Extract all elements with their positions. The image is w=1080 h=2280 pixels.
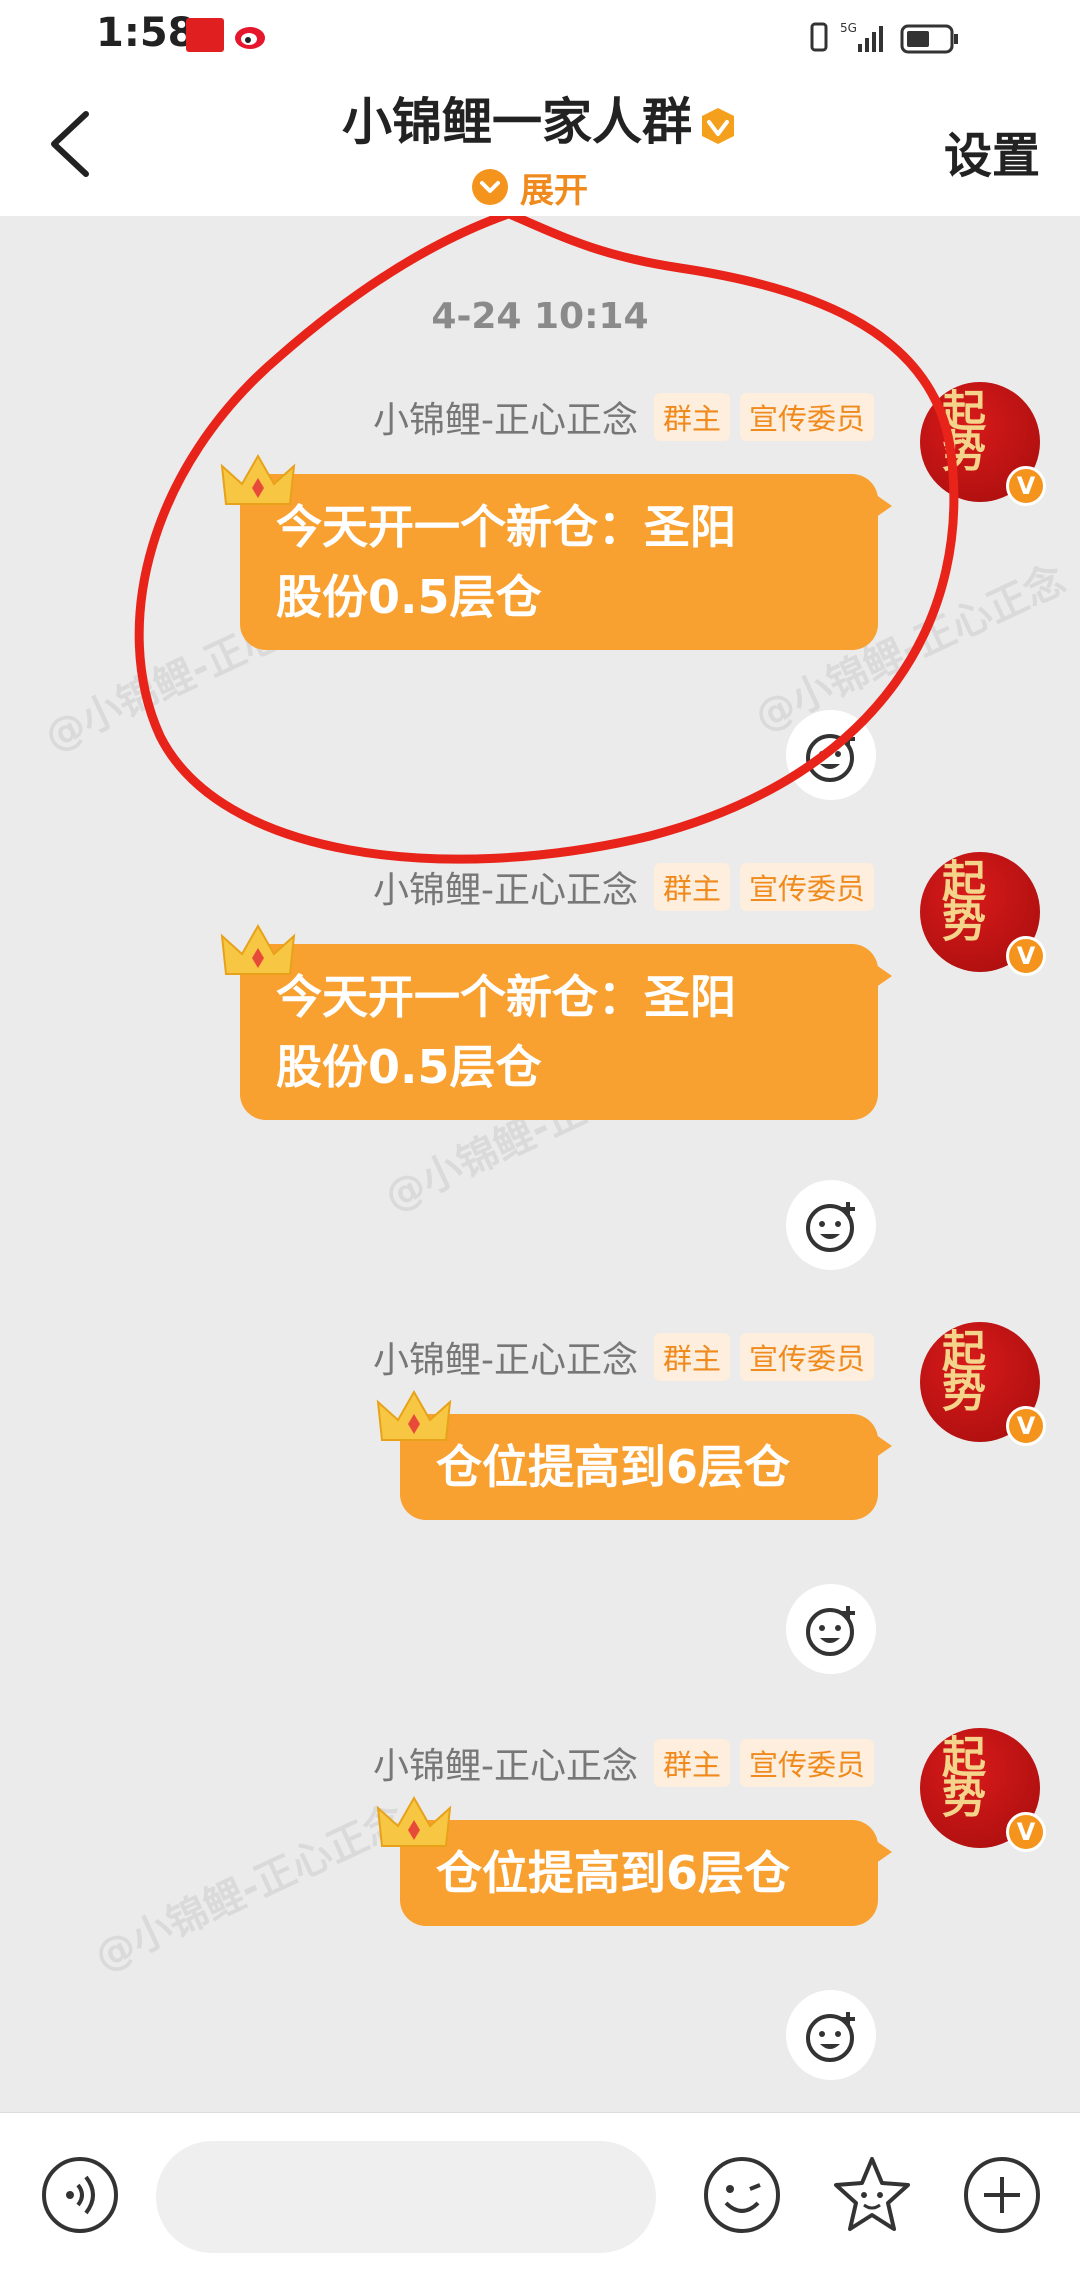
crown-icon [220,923,296,975]
add-reaction-button[interactable] [786,710,876,800]
avatar-text: 起势 [934,1328,985,1408]
role-tag-owner: 群主 [653,863,730,911]
plus-icon[interactable] [960,2153,1044,2237]
app-notification-icon [186,18,224,52]
role-tag-publicity: 宣传委员 [739,863,874,911]
message-bubble[interactable]: 今天开一个新仓：圣阳 股份0.5层仓 [240,944,892,1120]
sender-name[interactable]: 小锦鲤-正心正念 [373,1331,638,1383]
message-text-line: 仓位提高到6层仓 [436,1440,791,1494]
role-tag-publicity: 宣传委员 [739,1739,874,1787]
role-tag-publicity: 宣传委员 [739,1333,874,1381]
emoji-plus-icon [806,2012,855,2062]
verified-v-icon: V [1006,936,1046,976]
verified-badge-icon [702,107,734,144]
sender-line: 小锦鲤-正心正念 群主 宣传委员 [373,392,874,442]
sender-line: 小锦鲤-正心正念 群主 宣传委员 [373,862,874,912]
emoji-plus-icon [806,1606,855,1656]
chat-area[interactable]: @小锦鲤-正心正念 @小锦鲤-正心正念 @小锦鲤-正心正念 @小锦鲤-正心正念 … [0,216,1080,2112]
group-title-text: 小锦鲤一家人群 [342,93,692,151]
sender-name[interactable]: 小锦鲤-正心正念 [373,1737,638,1789]
emoji-icon[interactable] [700,2153,784,2237]
settings-button[interactable]: 设置 [944,116,1040,186]
sender-name[interactable]: 小锦鲤-正心正念 [373,391,638,443]
chevron-down-icon [472,169,508,205]
message-text-line: 股份0.5层仓 [276,1040,542,1094]
avatar-text: 起势 [934,858,985,938]
add-reaction-button[interactable] [786,1990,876,2080]
status-bar: 1:58 5G [0,0,1080,76]
emoji-plus-icon [806,732,855,782]
sender-line: 小锦鲤-正心正念 群主 宣传委员 [373,1332,874,1382]
avatar-text: 起势 [934,388,985,468]
crown-icon [220,453,296,505]
expand-button[interactable]: 展开 [470,164,588,211]
message-text-line: 今天开一个新仓：圣阳 [276,970,736,1024]
message-bubble[interactable]: 仓位提高到6层仓 [400,1414,892,1520]
input-bar [0,2112,1080,2280]
verified-v-icon: V [1006,466,1046,506]
add-reaction-button[interactable] [786,1180,876,1270]
message-input[interactable] [156,2141,656,2253]
message-text-line: 今天开一个新仓：圣阳 [276,500,736,554]
sender-name[interactable]: 小锦鲤-正心正念 [373,861,638,913]
role-tag-owner: 群主 [653,1333,730,1381]
group-title: 小锦鲤一家人群 [0,82,1080,154]
chat-header: 小锦鲤一家人群 展开 设置 [0,76,1080,216]
expand-label: 展开 [520,170,588,211]
message-bubble[interactable]: 仓位提高到6层仓 [400,1820,892,1926]
message-text-line: 仓位提高到6层仓 [436,1846,791,1900]
message-text-line: 股份0.5层仓 [276,570,542,624]
status-time: 1:58 [96,10,196,56]
role-tag-publicity: 宣传委员 [739,393,874,441]
emoji-plus-icon [806,1202,855,1252]
avatar[interactable]: 起势 V [920,1322,1046,1446]
sender-line: 小锦鲤-正心正念 群主 宣传委员 [373,1738,874,1788]
message-bubble[interactable]: 今天开一个新仓：圣阳 股份0.5层仓 [240,474,892,650]
avatar[interactable]: 起势 V [920,382,1046,506]
add-reaction-button[interactable] [786,1584,876,1674]
verified-v-icon: V [1006,1406,1046,1446]
verified-v-icon: V [1006,1812,1046,1852]
weibo-icon [235,27,265,49]
voice-icon[interactable] [38,2153,122,2237]
avatar-text: 起势 [934,1734,985,1814]
sticker-star-icon[interactable] [830,2153,914,2237]
network-label: 5G [840,21,857,35]
watermark: @小锦鲤-正心正念 [87,1796,413,1981]
crown-icon [376,1389,452,1441]
avatar[interactable]: 起势 V [920,1728,1046,1852]
avatar[interactable]: 起势 V [920,852,1046,976]
role-tag-owner: 群主 [653,393,730,441]
crown-icon [376,1795,452,1847]
message-timestamp: 4-24 10:14 [431,296,649,337]
role-tag-owner: 群主 [653,1739,730,1787]
signal-battery-icons: 5G [810,21,958,54]
